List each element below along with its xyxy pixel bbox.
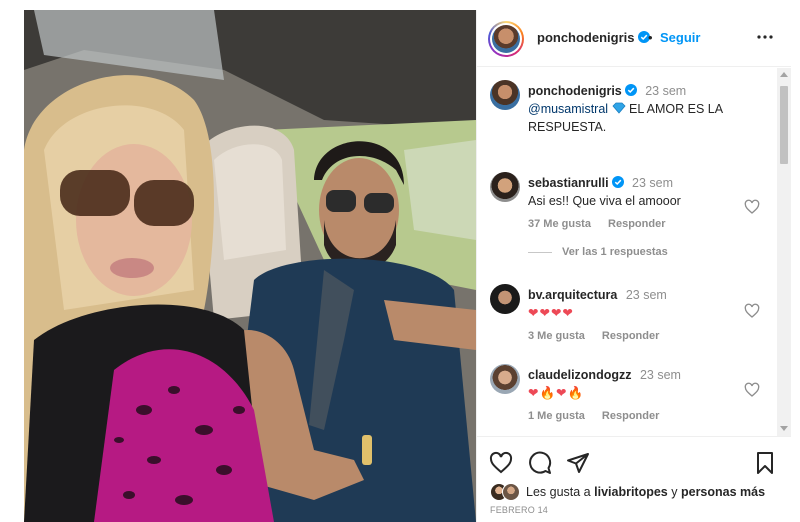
likes-prefix: Les gusta a bbox=[526, 485, 591, 499]
comment-username[interactable]: bv.arquitectura bbox=[528, 288, 617, 302]
caption-text: @musamistral EL AMOR ES LA RESPUESTA. bbox=[528, 100, 768, 136]
post-sidebar: ponchodenigris • Seguir ponchodenigris 2… bbox=[476, 10, 791, 522]
verified-badge-icon bbox=[624, 84, 637, 96]
likes-conjunction: y bbox=[671, 485, 678, 499]
post-actions: Les gusta a liviabritopes y personas más… bbox=[477, 436, 791, 522]
comment-likes-count[interactable]: 37 Me gusta bbox=[528, 218, 591, 230]
liker-username[interactable]: liviabritopes bbox=[594, 485, 668, 499]
heart-icon[interactable] bbox=[744, 303, 760, 319]
caption-time: 23 sem bbox=[645, 84, 687, 98]
comments-list[interactable]: ponchodenigris 23 sem @musamistral EL AM… bbox=[477, 68, 791, 436]
post-image bbox=[24, 10, 476, 522]
scroll-thumb[interactable] bbox=[780, 86, 788, 164]
comment-icon[interactable] bbox=[528, 451, 552, 475]
blue-diamond-icon bbox=[612, 102, 626, 114]
comment-text: Asi es!! Que viva el amooor bbox=[528, 194, 681, 208]
post-header: ponchodenigris • Seguir bbox=[477, 10, 791, 67]
comment-likes-count[interactable]: 1 Me gusta bbox=[528, 410, 585, 422]
comment-likes-count[interactable]: 3 Me gusta bbox=[528, 330, 585, 342]
comment-avatar[interactable] bbox=[490, 172, 520, 202]
liker-avatar[interactable] bbox=[502, 483, 520, 501]
paper-plane-icon[interactable] bbox=[566, 451, 590, 475]
separator-dot: • bbox=[648, 30, 653, 45]
comment-text: ❤❤❤❤ bbox=[528, 306, 574, 320]
heart-icon[interactable] bbox=[489, 451, 513, 475]
caption-mention[interactable]: @musamistral bbox=[528, 102, 608, 116]
more-options-icon[interactable] bbox=[755, 28, 775, 46]
comment-username[interactable]: claudelizondogzz bbox=[528, 368, 631, 382]
comment-item: claudelizondogzz 23 sem ❤🔥❤🔥 1 Me gusta … bbox=[528, 366, 748, 422]
likes-others-link[interactable]: personas más bbox=[681, 485, 765, 499]
author-avatar[interactable] bbox=[488, 21, 524, 57]
bookmark-icon[interactable] bbox=[753, 451, 777, 475]
comment-text: ❤🔥❤🔥 bbox=[528, 386, 585, 400]
comment-time: 23 sem bbox=[632, 176, 674, 190]
follow-button[interactable]: Seguir bbox=[660, 30, 700, 45]
author-username[interactable]: ponchodenigris bbox=[537, 30, 650, 45]
comment-username[interactable]: sebastianrulli bbox=[528, 176, 609, 190]
reply-button[interactable]: Responder bbox=[602, 410, 659, 422]
post-date[interactable]: FEBRERO 14 bbox=[490, 505, 548, 515]
comment-item: sebastianrulli 23 sem Asi es!! Que viva … bbox=[528, 174, 748, 230]
view-replies-link[interactable]: Ver las 1 respuestas bbox=[528, 246, 668, 258]
caption-username[interactable]: ponchodenigris bbox=[528, 84, 622, 98]
heart-icon[interactable] bbox=[744, 199, 760, 215]
comments-scrollbar[interactable] bbox=[777, 68, 791, 436]
verified-badge-icon bbox=[611, 176, 624, 188]
reply-button[interactable]: Responder bbox=[608, 218, 665, 230]
heart-icon[interactable] bbox=[744, 382, 760, 398]
reply-button[interactable]: Responder bbox=[602, 330, 659, 342]
comment-item: bv.arquitectura 23 sem ❤❤❤❤ 3 Me gusta R… bbox=[528, 286, 748, 342]
comment-avatar[interactable] bbox=[490, 284, 520, 314]
caption: ponchodenigris 23 sem @musamistral EL AM… bbox=[528, 82, 768, 136]
scroll-up-arrow-icon[interactable] bbox=[780, 72, 788, 77]
post-photo[interactable] bbox=[24, 10, 476, 522]
scroll-down-arrow-icon[interactable] bbox=[780, 426, 788, 431]
caption-avatar[interactable] bbox=[490, 80, 520, 110]
comment-time: 23 sem bbox=[639, 368, 681, 382]
comment-time: 23 sem bbox=[625, 288, 667, 302]
likes-summary: Les gusta a liviabritopes y personas más bbox=[490, 483, 765, 501]
comment-avatar[interactable] bbox=[490, 364, 520, 394]
